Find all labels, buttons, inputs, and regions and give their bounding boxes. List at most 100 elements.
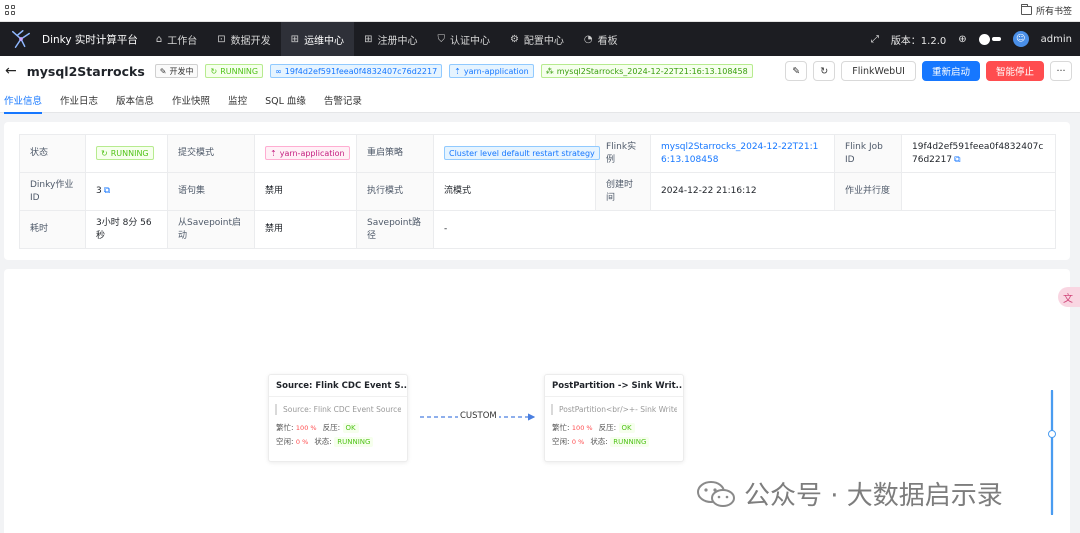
busy-label: 繁忙: [276, 423, 294, 432]
shield-icon: ⛉ [437, 33, 445, 45]
dinky-logo-icon[interactable] [10, 28, 32, 50]
idle-label: 空闲: [276, 437, 294, 446]
nav-item-6[interactable]: ◔ 看板 [574, 22, 628, 56]
flink-job-id-label: Flink Job ID [834, 134, 902, 173]
edit-icon: ✎ [159, 66, 167, 76]
submit-mode-cell: ⇡ yarn-application [254, 134, 357, 173]
status-value-cell: ↻ RUNNING [85, 134, 168, 173]
nav-item-label: 数据开发 [230, 35, 271, 47]
nav-item-3[interactable]: ⊞ 注册中心 [354, 22, 427, 56]
job-id-text: 19f4d2ef591feea0f4832407c76d2217 [284, 66, 438, 76]
apps-grid-icon[interactable] [5, 5, 16, 16]
create-time-label: 创建时间 [595, 172, 651, 211]
restart-policy-cell: Cluster level default restart strategy [433, 134, 600, 173]
node-header: Source: Flink CDC Event S... 1 [269, 375, 407, 397]
tab-4[interactable]: 监控 [228, 86, 247, 113]
version-label: 版本：1.2.0 [890, 35, 947, 47]
zoom-slider-handle[interactable] [1048, 430, 1056, 438]
watermark: 公众号 · 大数据启示录 [696, 475, 1003, 512]
job-info-table: 状态 ↻ RUNNING 提交模式 ⇡ yarn-application 重启策… [19, 134, 1056, 249]
nav-item-label: 注册中心 [377, 35, 418, 47]
nav-item-label: 运维中心 [304, 35, 345, 47]
from-savepoint-value: 禁用 [254, 210, 357, 249]
top-navigation: Dinky 实时计算平台 ⌂ 工作台 ⊡ 数据开发 ⊞ 运维中心 ⊞ 注册中心 ⛉ 认证中心 ⚙ 配置… [0, 22, 1080, 56]
job-status-text: RUNNING [220, 66, 259, 76]
dashboard-icon: ⊞ [290, 33, 300, 45]
translate-float-button[interactable]: 文 [1058, 287, 1080, 307]
more-button[interactable]: ··· [1050, 61, 1072, 81]
sync-icon: ↻ [210, 66, 218, 76]
copy-icon[interactable]: ⧉ [954, 155, 960, 165]
nav-item-1[interactable]: ⊡ 数据开发 [207, 22, 280, 56]
nav-item-label: 配置中心 [523, 35, 564, 47]
node-operator: PostPartition<br/>+- Sink Writer [551, 404, 677, 415]
tab-0[interactable]: 作业信息 [4, 86, 43, 114]
nav-menu: ⌂ 工作台 ⊡ 数据开发 ⊞ 运维中心 ⊞ 注册中心 ⛉ 认证中心 ⚙ 配置中心 ◔ 看板 [146, 22, 628, 56]
flink-instance-cell: mysql2Starrocks_2024-12-22T21:16:13.1084… [650, 134, 835, 173]
nav-item-2[interactable]: ⊞ 运维中心 [280, 22, 355, 56]
duration-value: 3小时 8分 56秒 [85, 210, 168, 249]
cluster-icon: ⁂ [545, 66, 554, 76]
tab-5[interactable]: SQL 血缘 [265, 86, 306, 113]
state-label: 状态: [314, 437, 332, 446]
savepoint-path-label: Savepoint路径 [356, 210, 434, 249]
nav-item-5[interactable]: ⚙ 配置中心 [500, 22, 574, 56]
dinky-job-id-label: Dinky作业ID [19, 172, 86, 211]
copy-id-icon[interactable]: ⧉ [104, 186, 110, 196]
submit-mode-tag: ⇡ yarn-application [265, 146, 350, 161]
sync-status-icon: ↻ [101, 148, 108, 158]
avatar[interactable]: ☺ [1012, 31, 1029, 47]
tab-3[interactable]: 作业快照 [172, 86, 210, 113]
create-time-value: 2024-12-22 21:16:12 [650, 172, 835, 211]
statement-set-label: 语句集 [167, 172, 255, 211]
flink-instance-link[interactable]: mysql2Starrocks_2024-12-22T21:16:13.1084… [661, 142, 818, 165]
tab-1[interactable]: 作业日志 [60, 86, 98, 113]
fullscreen-icon[interactable]: ⤢ [871, 34, 879, 45]
theme-bar-icon [991, 37, 1001, 41]
node-stats: 繁忙: 100 % 反压: OK 空闲: 0 % 状态: RUNNING [552, 421, 683, 449]
node-title: Source: Flink CDC Event S... [276, 380, 407, 391]
theme-toggle[interactable] [978, 33, 1001, 45]
graph-node-sink[interactable]: PostPartition -> Sink Writ... 1 PostPart… [544, 374, 684, 462]
refresh-button[interactable]: ↻ [813, 61, 836, 81]
nav-item-label: 认证中心 [449, 35, 490, 47]
status-value-tag: ↻ RUNNING [96, 146, 154, 161]
edit-button[interactable]: ✎ [785, 61, 808, 81]
gear-icon: ⚙ [509, 33, 519, 45]
job-tags: ✎ 开发中 ↻ RUNNING ∞ 19f4d2ef591feea0f48324… [154, 64, 753, 78]
gauge-icon: ◔ [583, 33, 593, 45]
node-stats: 繁忙: 100 % 反压: OK 空闲: 0 % 状态: RUNNING [276, 421, 407, 449]
flink-web-ui-button[interactable]: FlinkWebUI [841, 61, 916, 81]
tab-2[interactable]: 版本信息 [116, 86, 154, 113]
username[interactable]: admin [1041, 34, 1072, 45]
rocket-mode-icon: ⇡ [270, 148, 277, 158]
nav-item-4[interactable]: ⛉ 认证中心 [427, 22, 500, 56]
tab-6[interactable]: 告警记录 [324, 86, 362, 113]
refresh-icon: ↻ [820, 65, 829, 77]
deploy-mode-text: yarn-application [463, 66, 529, 76]
parallelism-value [901, 172, 1056, 211]
instance-tag: ⁂ mysql2Starrocks_2024-12-22T21:16:13.10… [540, 64, 753, 78]
back-arrow-icon[interactable]: ← [5, 63, 17, 79]
flink-job-id-cell: 19f4d2ef591feea0f4832407c76d2217 ⧉ [901, 134, 1056, 173]
home-icon: ⌂ [155, 33, 163, 45]
duration-label: 耗时 [19, 210, 86, 249]
smart-stop-button[interactable]: 智能停止 [985, 61, 1044, 81]
backpressure-value: OK [618, 423, 635, 433]
busy-value: 100 % [571, 424, 593, 432]
graph-node-source[interactable]: Source: Flink CDC Event S... 1 Source: F… [268, 374, 408, 462]
busy-label: 繁忙: [552, 423, 570, 432]
globe-language-icon[interactable]: ⊕ [958, 34, 966, 45]
nav-right-tools: ⤢ 版本：1.2.0 ⊕ ☺ admin [871, 31, 1080, 47]
job-info-card: 状态 ↻ RUNNING 提交模式 ⇡ yarn-application 重启策… [4, 122, 1070, 260]
all-bookmarks-folder[interactable]: 所有书签 [1020, 4, 1072, 17]
restart-button[interactable]: 重新启动 [921, 61, 980, 81]
brand-title: Dinky 实时计算平台 [42, 33, 138, 46]
from-savepoint-label: 从Savepoint启动 [167, 210, 255, 249]
exec-mode-label: 执行模式 [356, 172, 434, 211]
state-value: RUNNING [610, 437, 650, 447]
job-tabs: 作业信息 作业日志 版本信息 作业快照 监控 SQL 血缘 告警记录 [0, 86, 1080, 114]
nav-item-0[interactable]: ⌂ 工作台 [146, 22, 207, 56]
state-value: RUNNING [334, 437, 374, 447]
job-title: mysql2Starrocks [26, 63, 145, 79]
